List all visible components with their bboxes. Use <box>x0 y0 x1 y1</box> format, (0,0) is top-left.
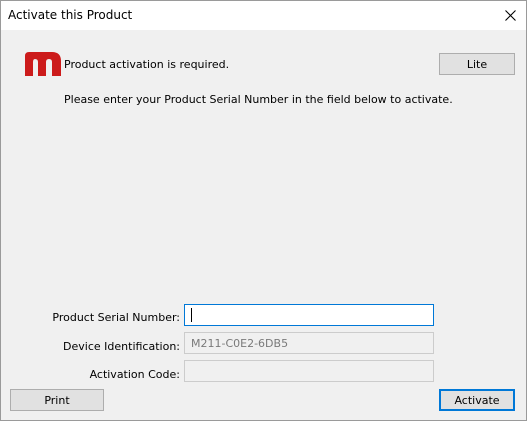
activate-button[interactable]: Activate <box>439 389 515 411</box>
title-bar[interactable]: Activate this Product <box>1 1 526 30</box>
print-button[interactable]: Print <box>10 389 104 411</box>
device-id-label: Device Identification: <box>63 340 180 353</box>
activation-code-label: Activation Code: <box>89 368 180 381</box>
serial-number-input[interactable] <box>184 304 434 326</box>
activation-status-text: Product activation is required. <box>64 58 230 71</box>
device-id-field <box>184 332 434 354</box>
close-icon <box>504 10 516 21</box>
m-logo-icon <box>25 52 61 76</box>
instruction-text: Please enter your Product Serial Number … <box>64 93 453 106</box>
activation-code-field <box>184 360 434 382</box>
serial-number-label: Product Serial Number: <box>52 311 180 324</box>
lite-button[interactable]: Lite <box>439 53 515 75</box>
text-caret <box>191 308 192 322</box>
window-title: Activate this Product <box>8 8 133 22</box>
close-button[interactable] <box>494 1 526 30</box>
